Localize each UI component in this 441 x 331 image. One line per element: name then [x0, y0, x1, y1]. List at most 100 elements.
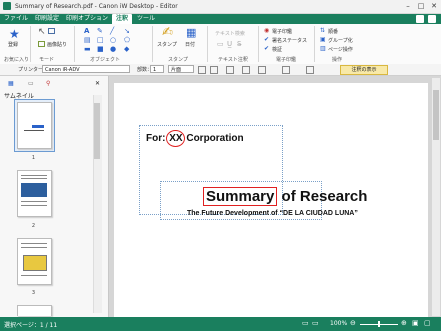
- tab-annotation[interactable]: 注釈: [112, 14, 132, 24]
- group-icon[interactable]: ▣: [320, 36, 326, 43]
- zoom-out-icon[interactable]: ⊖: [350, 319, 356, 327]
- filled-polygon-icon[interactable]: ◆: [124, 45, 129, 53]
- status-bar: 選択ページ：1 / 11 ▭ ▭ 100% ⊖ ⊕ ▣ ▢: [0, 317, 441, 331]
- thumbnail-page-4[interactable]: [17, 305, 52, 316]
- comment-icon[interactable]: ▭: [28, 80, 34, 87]
- register-button[interactable]: 登録: [8, 41, 18, 48]
- minimize-button[interactable]: –: [402, 2, 414, 11]
- pen-icon[interactable]: ✎: [97, 27, 103, 35]
- date-icon[interactable]: ▦: [186, 26, 196, 39]
- subtitle: The Future Development of “DE LA CIUDAD …: [187, 210, 358, 217]
- date-button[interactable]: 日付: [185, 41, 195, 48]
- single-page-view-icon[interactable]: ▭: [302, 319, 309, 327]
- group-operation: 操作: [332, 57, 343, 63]
- xx-highlight: XX: [166, 130, 186, 147]
- polygon-icon[interactable]: ⬠: [124, 36, 130, 44]
- verify-button[interactable]: 検証: [272, 46, 282, 53]
- sort-icon[interactable]: ⇅: [320, 27, 325, 34]
- group-object: オブジェクト: [90, 57, 121, 63]
- thumbnail-number: 3: [31, 290, 36, 296]
- summary-red-box-annotation[interactable]: Summary: [203, 187, 278, 206]
- image-paste-button[interactable]: 画像貼り: [47, 41, 67, 48]
- underline-icon[interactable]: U̲: [227, 40, 232, 48]
- app-icon: [3, 2, 11, 10]
- separator: [314, 26, 315, 62]
- thumbnail-number: 1: [31, 155, 36, 161]
- attachment-icon[interactable]: ⚲: [46, 80, 50, 87]
- document-scroll-thumb[interactable]: [433, 90, 439, 140]
- strikeout-icon[interactable]: S̶: [237, 40, 241, 48]
- filled-rect-icon[interactable]: ■: [97, 45, 104, 53]
- digital-seal-button[interactable]: 電子印鑑: [272, 28, 292, 35]
- separator: [207, 26, 208, 62]
- stamp-button[interactable]: スタンプ: [157, 41, 177, 48]
- layout-icon[interactable]: [226, 66, 234, 74]
- help-icon[interactable]: [416, 15, 424, 23]
- title-bar: Summary of Research.pdf - Canon iW Deskt…: [0, 0, 441, 14]
- signature-status-icon[interactable]: ✔: [264, 36, 269, 43]
- line-icon[interactable]: ╱: [110, 27, 114, 35]
- zoom-slider-handle[interactable]: [378, 321, 380, 327]
- verify-icon[interactable]: ✔: [264, 45, 269, 52]
- separator: [258, 26, 259, 62]
- select-area-icon[interactable]: [48, 28, 55, 34]
- image-icon[interactable]: [38, 41, 45, 47]
- color-mode-icon[interactable]: [198, 66, 206, 74]
- thumbnail-view-icon[interactable]: ▦: [8, 80, 14, 87]
- sort-button[interactable]: 順番: [328, 28, 338, 35]
- paper-icon[interactable]: [242, 66, 250, 74]
- zoom-in-icon[interactable]: ⊕: [401, 319, 407, 327]
- text-search-button[interactable]: テキスト検索: [215, 30, 245, 37]
- ellipse-icon[interactable]: ○: [110, 36, 116, 44]
- tab-tools[interactable]: ツール: [134, 14, 158, 24]
- two-page-view-icon[interactable]: ▭: [312, 319, 319, 327]
- cursor-icon[interactable]: ↖: [38, 27, 46, 37]
- sign-status-button[interactable]: 署名ステータス: [272, 37, 307, 44]
- separator: [74, 26, 75, 62]
- thumbnail-page-1[interactable]: [17, 102, 52, 149]
- fit-page-icon[interactable]: ▢: [424, 319, 431, 327]
- separator: [30, 26, 31, 62]
- page-operation-icon[interactable]: ▥: [320, 45, 326, 52]
- tab-file[interactable]: ファイル: [2, 14, 30, 24]
- group-mode: モード: [39, 57, 55, 63]
- copies-input[interactable]: 1: [150, 65, 164, 73]
- rectangle-icon[interactable]: □: [97, 36, 104, 44]
- title-highlight: Summary: [206, 188, 275, 205]
- maximize-button[interactable]: □: [415, 2, 427, 11]
- show-annotations-toggle[interactable]: 注釈の表示: [340, 65, 388, 75]
- title-rest: of Research: [277, 188, 368, 205]
- for-prefix: For:: [146, 133, 169, 144]
- zoom-level: 100%: [330, 320, 348, 327]
- highlight-icon[interactable]: ▭: [217, 40, 224, 48]
- watermark-icon[interactable]: [306, 66, 314, 74]
- group-text-annotation: テキスト注釈: [218, 57, 248, 63]
- ribbon-collapse-icon[interactable]: [428, 15, 436, 23]
- group-digital-signature: 電子印鑑: [276, 57, 297, 63]
- page-operation-button[interactable]: ページ操作: [328, 46, 353, 53]
- stamp-icon[interactable]: ✍: [162, 25, 173, 40]
- arrow-icon[interactable]: ↘: [124, 27, 130, 35]
- pane-close-icon[interactable]: ✕: [95, 80, 100, 87]
- group-button[interactable]: グループ化: [328, 37, 353, 44]
- textbox-icon[interactable]: ▤: [84, 36, 91, 44]
- printer-select[interactable]: Canon iR-ADV: [42, 65, 130, 73]
- tab-print-settings[interactable]: 印刷設定: [32, 14, 62, 24]
- booklet-icon[interactable]: [282, 66, 290, 74]
- star-icon[interactable]: ★: [9, 27, 20, 41]
- thumbnail-page-2[interactable]: [17, 170, 52, 217]
- for-suffix: Corporation: [183, 133, 244, 144]
- document-page[interactable]: For: XX Corporation Summary of Research …: [114, 83, 428, 317]
- tab-print-options[interactable]: 印刷オプション: [64, 14, 110, 24]
- filled-ellipse-icon[interactable]: ●: [110, 45, 116, 53]
- thumbnail-scroll-thumb[interactable]: [94, 103, 100, 159]
- finishing-icon[interactable]: [258, 66, 266, 74]
- fit-width-icon[interactable]: ▣: [412, 319, 419, 327]
- seal-icon[interactable]: ◉: [264, 27, 269, 34]
- staple-icon[interactable]: [210, 66, 218, 74]
- duplex-select[interactable]: 片面: [168, 65, 194, 73]
- marker-icon[interactable]: ▬: [84, 45, 91, 53]
- thumbnail-page-3[interactable]: [17, 238, 52, 285]
- text-icon[interactable]: A: [84, 27, 89, 35]
- close-button[interactable]: ✕: [428, 2, 440, 11]
